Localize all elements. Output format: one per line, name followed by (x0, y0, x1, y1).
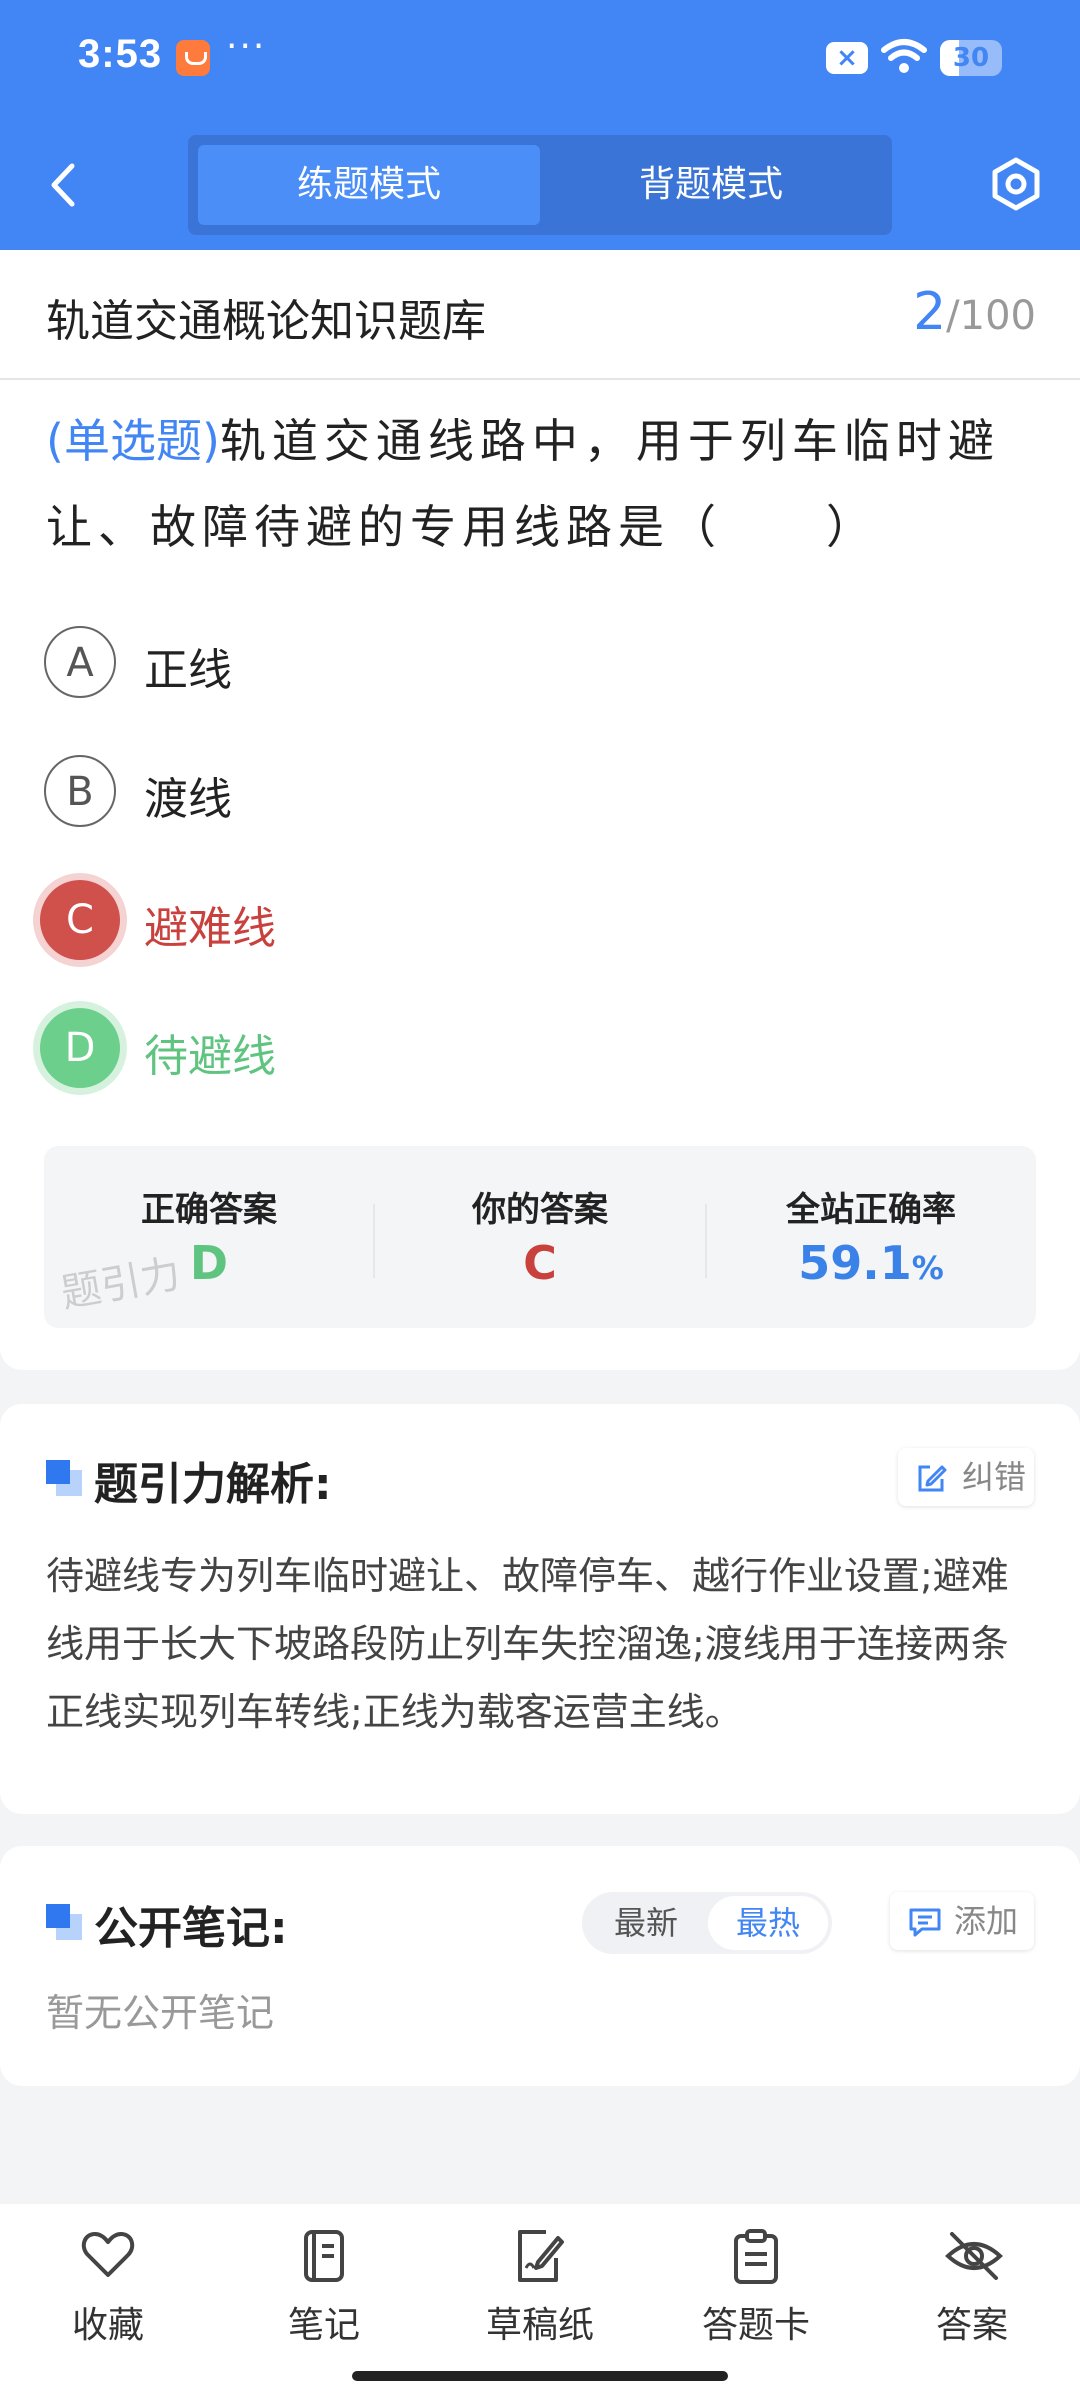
comment-icon (909, 1908, 941, 1937)
current-question-number: 2 (913, 282, 947, 342)
report-error-button[interactable]: 纠错 (898, 1448, 1034, 1506)
favorite-label: 收藏 (71, 2305, 144, 2346)
mode-switch: 练题模式 背题模式 (188, 135, 892, 235)
option-letter: C (40, 880, 120, 960)
eye-off-icon (945, 2232, 1003, 2280)
answer-stats-panel: 正确答案 D 你的答案 C 全站正确率 59.1% 题引力 (44, 1146, 1036, 1328)
option-text: 避难线 (144, 903, 276, 954)
home-indicator (352, 2371, 728, 2381)
chevron-left-icon[interactable] (44, 160, 84, 210)
tab-memorize-mode[interactable]: 背题模式 (540, 145, 882, 225)
sort-hot-button[interactable]: 最热 (708, 1896, 828, 1950)
option-letter: D (40, 1008, 120, 1088)
section-square-icon (46, 1904, 82, 1940)
accuracy-label: 全站正确率 (786, 1190, 956, 1230)
question-text: (单选题)轨道交通线路中，用于列车临时避让、故障待避的专用线路是（ ） (46, 398, 1036, 570)
draft-paper-label: 草稿纸 (485, 2305, 594, 2346)
show-answer-label: 答案 (935, 2305, 1008, 2346)
tab-practice-mode[interactable]: 练题模式 (198, 145, 540, 225)
sort-latest-button[interactable]: 最新 (586, 1896, 706, 1950)
notebook-icon (304, 2230, 344, 2282)
option-text: 正线 (144, 645, 232, 696)
shopping-app-notification-icon (176, 40, 210, 76)
option-letter: B (44, 755, 116, 827)
answer-sheet-label: 答题卡 (701, 2305, 810, 2346)
your-answer-label: 你的答案 (472, 1190, 608, 1230)
favorite-button[interactable]: 收藏 (0, 2204, 216, 2400)
show-answer-button[interactable]: 答案 (864, 2204, 1080, 2400)
notes-sort-toggle: 最新 最热 (582, 1892, 832, 1954)
correct-answer-label: 正确答案 (141, 1190, 277, 1230)
analysis-text: 待避线专为列车临时避让、故障停车、越行作业设置;避难线用于长大下坡路段防止列车失… (46, 1554, 1009, 1734)
heart-icon (81, 2232, 135, 2277)
edit-icon (918, 1465, 947, 1492)
hexagon-settings-icon[interactable] (988, 156, 1044, 212)
public-notes-card (0, 1846, 1080, 2086)
notes-label: 笔记 (287, 2305, 360, 2346)
analysis-title: 题引力解析: (94, 1459, 332, 1510)
section-square-icon (46, 1460, 82, 1496)
divider (0, 378, 1080, 380)
question-progress: 2/100 (913, 282, 1036, 342)
wifi-icon (881, 39, 927, 73)
question-type: (单选题) (46, 414, 220, 468)
add-note-button[interactable]: 添加 (890, 1892, 1034, 1950)
option-text: 待避线 (144, 1031, 276, 1082)
no-sim-icon: × (826, 42, 868, 74)
your-answer-value: C (523, 1236, 557, 1290)
option-letter: A (44, 626, 116, 698)
more-notifications-indicator: ··· (226, 26, 267, 67)
your-answer-stat: 你的答案 C (375, 1146, 705, 1328)
accuracy-value: 59.1% (798, 1236, 944, 1290)
answer-sheet-icon (734, 2229, 778, 2284)
accuracy-stat: 全站正确率 59.1% (706, 1146, 1036, 1328)
notes-title: 公开笔记: (94, 1903, 288, 1954)
battery-indicator: 30 (940, 40, 1002, 76)
app-header: 3:53 ··· × 30 练题模式 背题模式 (0, 0, 1080, 250)
empty-notes-text: 暂无公开笔记 (46, 1991, 275, 2035)
question-bank-title: 轨道交通概论知识题库 (46, 296, 486, 347)
total-questions: /100 (946, 293, 1036, 339)
option-text: 渡线 (144, 774, 232, 825)
status-time: 3:53 (78, 32, 163, 76)
draft-paper-icon (518, 2230, 564, 2282)
